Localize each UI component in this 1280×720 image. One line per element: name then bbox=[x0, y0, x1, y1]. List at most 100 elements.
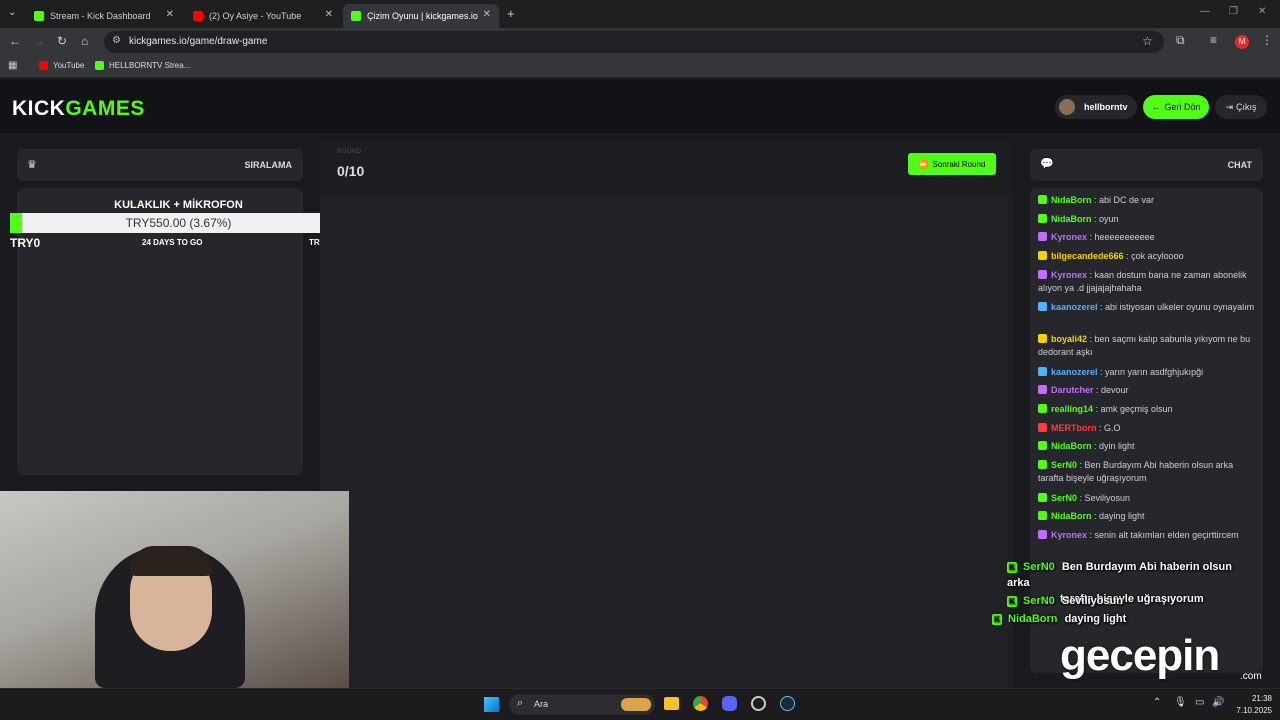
bookmark-hellborntv[interactable]: HELLBORNTV Strea... bbox=[95, 61, 190, 70]
menu-dots-icon[interactable]: ⋮ bbox=[1261, 33, 1273, 47]
clock-time[interactable]: 21:38 bbox=[1236, 694, 1272, 703]
chat-message: realling14 : amk geçmiş olsun bbox=[1038, 403, 1258, 416]
close-icon[interactable]: ✕ bbox=[483, 9, 491, 20]
overlay-text: Seviliyosun bbox=[1061, 595, 1123, 607]
network-icon[interactable]: ▭ bbox=[1195, 697, 1204, 708]
profile-avatar[interactable]: M bbox=[1235, 35, 1249, 49]
file-explorer-icon[interactable] bbox=[664, 697, 679, 710]
app-header: KICKGAMES hellborntv ← Geri Dön ⇥ Çıkış bbox=[0, 80, 1280, 133]
chat-message: NidaBorn : dyin light bbox=[1038, 440, 1258, 453]
discord-icon[interactable] bbox=[722, 696, 737, 711]
chat-username[interactable]: kaanozerel bbox=[1051, 367, 1098, 377]
user-profile-button[interactable]: hellborntv bbox=[1055, 95, 1137, 119]
chat-username[interactable]: Kyronex bbox=[1051, 270, 1087, 280]
youtube-icon bbox=[39, 61, 48, 70]
chat-username[interactable]: MERTborn bbox=[1051, 423, 1097, 433]
maximize-icon[interactable]: ❐ bbox=[1229, 6, 1238, 17]
reading-list-icon[interactable]: ≡ bbox=[1210, 33, 1217, 47]
chat-username[interactable]: Kyronex bbox=[1051, 232, 1087, 242]
user-badge-icon bbox=[1038, 511, 1047, 520]
user-badge-icon bbox=[1038, 530, 1047, 539]
chat-username[interactable]: NidaBorn bbox=[1051, 511, 1092, 521]
overlay-message: K NidaBorn daying light bbox=[992, 611, 1126, 627]
next-round-button[interactable]: ⏩ Sonraki Round bbox=[908, 153, 996, 175]
steam-icon[interactable] bbox=[780, 696, 795, 711]
chevron-up-icon[interactable]: ⌃ bbox=[1153, 697, 1161, 708]
home-icon[interactable]: ⌂ bbox=[81, 34, 88, 48]
chat-username[interactable]: realling14 bbox=[1051, 404, 1093, 414]
close-icon[interactable]: ✕ bbox=[325, 9, 333, 20]
forward-arrow-icon[interactable]: → bbox=[33, 34, 45, 48]
address-bar[interactable]: ⚙ kickgames.io/game/draw-game ☆ bbox=[104, 31, 1164, 53]
kick-icon: K bbox=[1007, 562, 1017, 573]
user-badge-icon bbox=[1038, 302, 1047, 311]
search-highlight-icon bbox=[621, 698, 651, 711]
chat-username[interactable]: SerN0 bbox=[1051, 460, 1077, 470]
chat-username[interactable]: boyali42 bbox=[1051, 334, 1087, 344]
logout-button[interactable]: ⇥ Çıkış bbox=[1215, 95, 1267, 119]
reload-icon[interactable]: ↻ bbox=[57, 34, 67, 48]
back-button[interactable]: ← Geri Dön bbox=[1143, 95, 1209, 119]
goal-amount: TRY550.00 (3.67%) bbox=[125, 216, 232, 230]
goal-title: KULAKLIK + MİKROFON bbox=[114, 199, 243, 211]
chat-separator: : bbox=[1123, 251, 1132, 261]
chat-text: abi DC de var bbox=[1099, 195, 1155, 205]
chat-username[interactable]: Darutcher bbox=[1051, 385, 1094, 395]
user-badge-icon bbox=[1038, 441, 1047, 450]
obs-icon[interactable] bbox=[751, 696, 766, 711]
browser-toolbar: ← → ↻ ⌂ ⚙ kickgames.io/game/draw-game ☆ … bbox=[0, 28, 1280, 56]
search-icon: ⌕ bbox=[517, 697, 524, 709]
microphone-icon[interactable]: 🎙 bbox=[1174, 697, 1187, 708]
kick-favicon-icon bbox=[351, 11, 361, 21]
back-arrow-icon: ← bbox=[1151, 102, 1161, 112]
user-badge-icon bbox=[1038, 423, 1047, 432]
chat-separator: : bbox=[1097, 367, 1106, 377]
chat-username[interactable]: bilgecandede666 bbox=[1051, 251, 1124, 261]
chat-message: kaanozerel : abi istiyosan ulkeler oyunu… bbox=[1038, 301, 1258, 314]
chat-separator: : bbox=[1091, 441, 1100, 451]
user-badge-icon bbox=[1038, 367, 1047, 376]
back-button-label: Geri Dön bbox=[1164, 102, 1201, 112]
clock-date[interactable]: 7.10.2025 bbox=[1226, 706, 1272, 715]
window-close-icon[interactable]: ✕ bbox=[1258, 6, 1266, 17]
chat-username[interactable]: NidaBorn bbox=[1051, 195, 1092, 205]
chat-username[interactable]: NidaBorn bbox=[1051, 214, 1092, 224]
tab-title: Stream - Kick Dashboard bbox=[50, 11, 151, 21]
kick-icon bbox=[95, 61, 104, 70]
chat-username[interactable]: Kyronex bbox=[1051, 530, 1087, 540]
overlay-message: K SerN0 Seviliyosun bbox=[1007, 593, 1123, 609]
site-info-icon[interactable]: ⚙ bbox=[112, 35, 121, 46]
bookmark-youtube[interactable]: YouTube bbox=[39, 61, 84, 70]
taskbar-search[interactable]: ⌕ Ara bbox=[509, 694, 655, 715]
chat-bubble-icon: 💬 bbox=[1040, 158, 1054, 170]
chat-message: kaanozerel : yarın yarın asdfghjukıpği bbox=[1038, 366, 1258, 379]
tab-kick-dashboard[interactable]: Stream - Kick Dashboard ✕ bbox=[26, 4, 182, 28]
extensions-icon[interactable]: ⧉ bbox=[1176, 33, 1185, 48]
windows-start-icon[interactable] bbox=[484, 697, 499, 712]
close-icon[interactable]: ✕ bbox=[166, 9, 174, 20]
new-tab-icon[interactable]: + bbox=[507, 6, 515, 21]
drawing-canvas[interactable] bbox=[320, 196, 1013, 688]
chat-text: heeeeeeeeeee bbox=[1094, 232, 1155, 242]
chat-username[interactable]: SerN0 bbox=[1051, 493, 1077, 503]
apps-grid-icon[interactable]: ▦ bbox=[8, 60, 17, 71]
chat-message: bilgecandede666 : çok acyloooo bbox=[1038, 250, 1258, 263]
minimize-icon[interactable]: — bbox=[1200, 6, 1210, 17]
tab-youtube[interactable]: (2) Oy Asiye - YouTube ✕ bbox=[185, 4, 341, 28]
chat-separator: : bbox=[1087, 530, 1095, 540]
browser-tab-bar: ⌄ Stream - Kick Dashboard ✕ (2) Oy Asiye… bbox=[0, 0, 1280, 28]
chat-text: G.O bbox=[1104, 423, 1121, 433]
volume-icon[interactable]: 🔊 bbox=[1212, 697, 1224, 708]
tab-search-icon[interactable]: ⌄ bbox=[8, 7, 16, 18]
bookmark-star-icon[interactable]: ☆ bbox=[1142, 34, 1153, 48]
chat-username[interactable]: NidaBorn bbox=[1051, 441, 1092, 451]
back-arrow-icon[interactable]: ← bbox=[9, 34, 21, 48]
overlay-user: NidaBorn bbox=[1008, 613, 1058, 625]
chat-message: MERTborn : G.O bbox=[1038, 422, 1258, 435]
chrome-icon[interactable] bbox=[693, 696, 708, 711]
next-round-label: Sonraki Round bbox=[932, 159, 986, 169]
chat-username[interactable]: kaanozerel bbox=[1051, 302, 1098, 312]
tab-kickgames[interactable]: Çizim Oyunu | kickgames.io ✕ bbox=[343, 4, 499, 28]
user-badge-icon bbox=[1038, 270, 1047, 279]
kickgames-logo[interactable]: KICKGAMES bbox=[12, 97, 145, 121]
